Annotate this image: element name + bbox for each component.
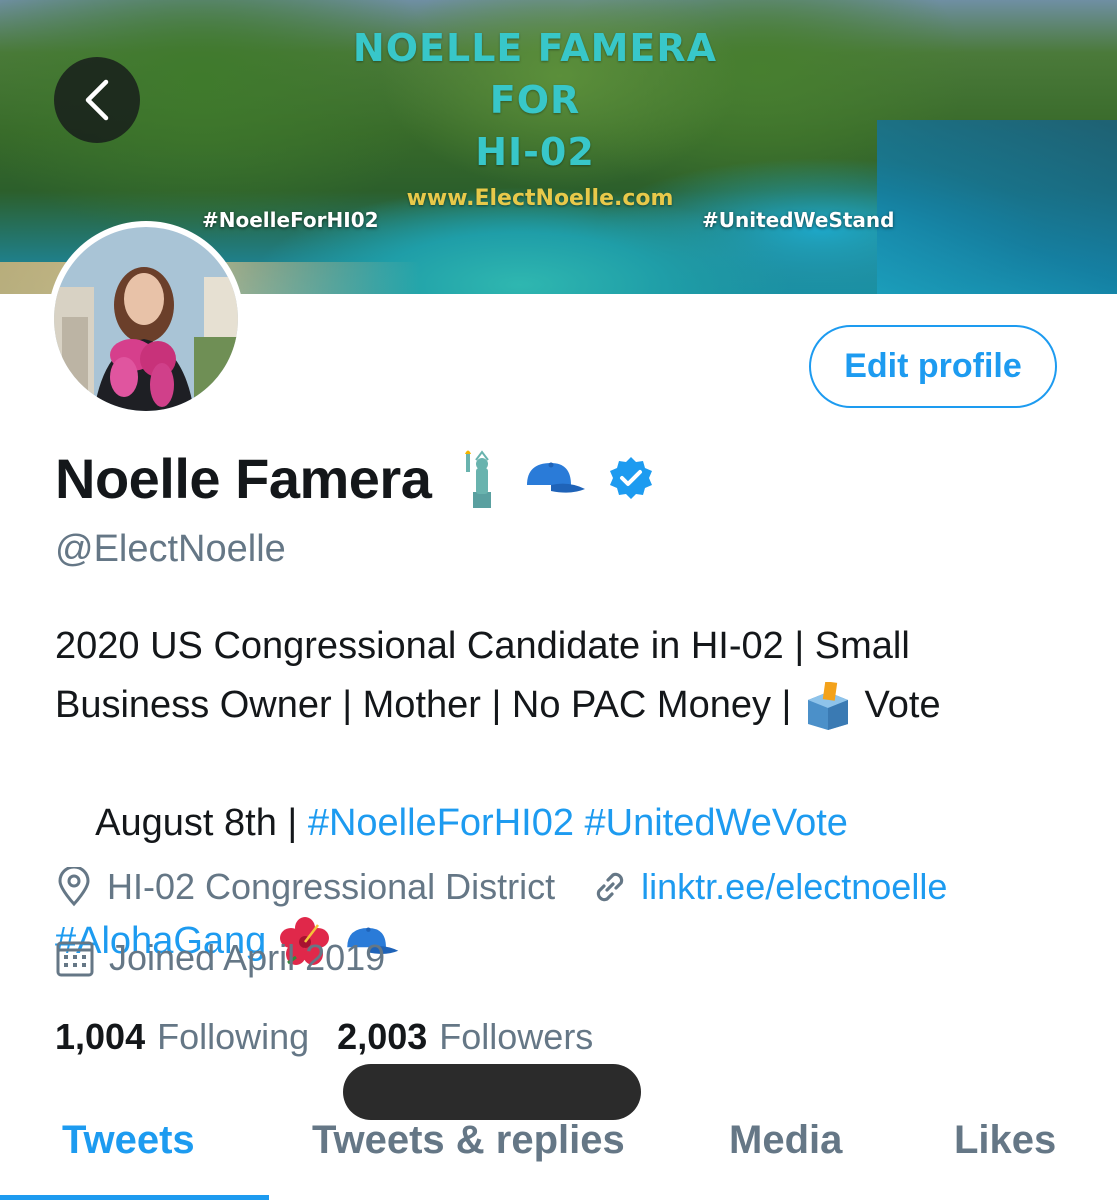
active-tab-indicator [0, 1195, 269, 1200]
tab-tweets[interactable]: Tweets [62, 1118, 195, 1163]
chevron-left-icon [82, 78, 112, 122]
link-icon [591, 868, 629, 906]
bio-line: 2020 US Congressional Candidate in HI-02… [55, 617, 1075, 676]
profile-joined-date: Joined April 2019 [109, 937, 386, 978]
verified-badge-icon [607, 455, 655, 503]
tab-tweets-and-replies[interactable]: Tweets & replies [312, 1118, 625, 1163]
profile-tabs: Tweets Tweets & replies Media Likes [0, 1118, 1117, 1200]
profile-location: HI-02 Congressional District [107, 866, 556, 907]
following-count: 1,004 [55, 1016, 146, 1057]
bio-text: Vote [853, 684, 941, 726]
profile-name-row: Noelle Famera [55, 446, 655, 511]
profile-meta-row: HI-02 Congressional District linktr.ee/e… [55, 866, 947, 908]
blue-cap-icon [521, 459, 587, 499]
profile-bio: 2020 US Congressional Candidate in HI-02… [55, 617, 1075, 971]
hashtag-link[interactable]: #NoelleForHI02 [308, 802, 574, 844]
bio-line: Business Owner | Mother | No PAC Money |… [55, 676, 1075, 735]
profile-handle: @ElectNoelle [55, 528, 286, 570]
followers-label: Followers [439, 1016, 594, 1057]
profile-name: Noelle Famera [55, 447, 432, 510]
following-label: Following [157, 1016, 310, 1057]
back-button[interactable] [54, 57, 140, 143]
profile-stats: 1,004 Following 2,003 Followers [55, 1016, 593, 1058]
statue-of-liberty-icon [457, 448, 505, 510]
bio-text: August 8th | [95, 802, 308, 844]
location-pin-icon [55, 867, 93, 907]
ballot-box-icon [802, 681, 854, 730]
profile-joined-row: Joined April 2019 [55, 937, 385, 979]
avatar[interactable] [48, 221, 244, 417]
tab-likes[interactable]: Likes [954, 1118, 1056, 1163]
banner-url: www.ElectNoelle.com [406, 186, 674, 211]
redaction-mark [343, 1064, 641, 1120]
calendar-icon [55, 938, 95, 978]
profile-website-link[interactable]: linktr.ee/electnoelle [641, 866, 947, 908]
followers-count: 2,003 [337, 1016, 428, 1057]
followers-stat[interactable]: 2,003 Followers [337, 1016, 593, 1058]
hashtag-link[interactable]: #UnitedWeVote [585, 802, 848, 844]
banner-title-line: HI-02 [475, 130, 595, 174]
banner-title: NOELLE FAMERA FOR HI-02 [300, 22, 770, 178]
following-stat[interactable]: 1,004 Following [55, 1016, 309, 1058]
banner-title-line: FOR [489, 78, 581, 122]
banner-sea [877, 120, 1117, 294]
banner-title-line: NOELLE FAMERA [352, 26, 718, 70]
bio-text: 2020 US Congressional Candidate in HI-02… [55, 625, 910, 667]
edit-profile-button[interactable]: Edit profile [809, 325, 1057, 408]
banner-hashtag-right: #UnitedWeStand [702, 208, 895, 232]
bio-text: Business Owner | Mother | No PAC Money | [55, 684, 802, 726]
tab-media[interactable]: Media [729, 1118, 842, 1163]
